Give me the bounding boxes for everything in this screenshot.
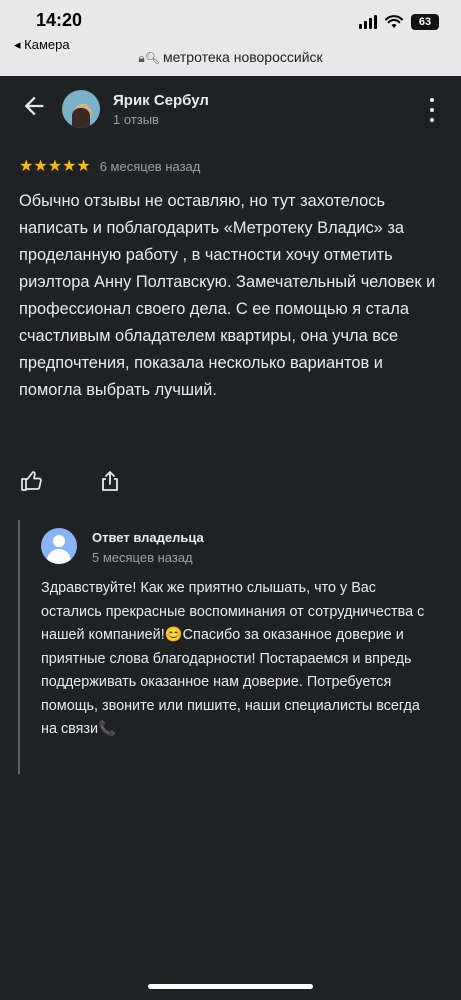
review-date: 6 месяцев назад [99, 158, 201, 174]
lock-search-icon: 🔒︎🔍︎ [138, 51, 160, 65]
arrow-left-icon[interactable] [20, 92, 48, 120]
review-text: Обычно отзывы не оставляю, но тут захоте… [19, 192, 436, 399]
browser-chrome: 14:20 ◂ Камера 63 🔒︎🔍︎ метротека новоросс… [0, 0, 461, 76]
owner-reply-date: 5 месяцев назад [92, 550, 193, 565]
person-icon [41, 528, 77, 564]
author-review-count: 1 отзыв [113, 112, 159, 127]
owner-reply: Ответ владельца 5 месяцев назад Здравств… [18, 520, 444, 774]
more-vert-icon[interactable] [429, 98, 435, 122]
signal-icon [359, 15, 377, 29]
review-rating: ★★★★★ 6 месяцев назад [19, 156, 200, 176]
status-icons: 63 [359, 14, 439, 30]
star-rating: ★★★★★ [19, 158, 91, 175]
avatar[interactable] [62, 90, 100, 128]
wifi-icon [385, 15, 403, 28]
owner-reply-text: Здравствуйте! Как же приятно слышать, чт… [41, 580, 425, 737]
address-bar-text: метротека новороссийск [162, 49, 323, 65]
address-bar[interactable]: 🔒︎🔍︎ метротека новороссийск [0, 49, 461, 66]
status-time: 14:20 [36, 10, 83, 30]
battery-icon: 63 [411, 14, 439, 30]
thumb-up-icon[interactable] [20, 469, 44, 493]
share-icon[interactable] [98, 469, 122, 493]
review-header: Ярик Сербул 1 отзыв [0, 76, 461, 146]
home-indicator[interactable] [148, 984, 313, 989]
author-name[interactable]: Ярик Сербул [113, 92, 209, 109]
review-actions [20, 469, 122, 493]
owner-reply-title: Ответ владельца [92, 530, 204, 545]
